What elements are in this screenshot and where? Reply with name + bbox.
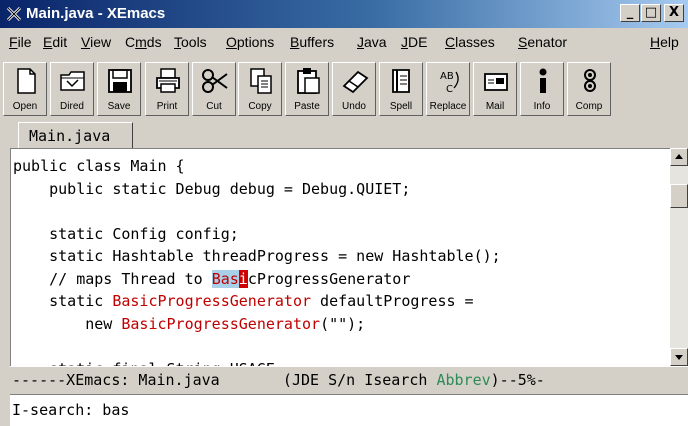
- dired-button[interactable]: Dired: [50, 62, 94, 116]
- search-match: BasicProgressGenerator: [112, 292, 312, 310]
- clipboard-icon: [297, 68, 320, 94]
- open-file-icon: [17, 68, 36, 94]
- menu-help[interactable]: Help: [650, 34, 679, 50]
- compile-icon: [584, 69, 596, 92]
- toolbar-label: Print: [156, 101, 178, 112]
- toolbar-label: Replace: [429, 101, 467, 112]
- toolbar-label: Dired: [60, 101, 84, 112]
- toolbar-label: Mail: [485, 101, 505, 112]
- isearch-match-highlight: Bas: [211, 269, 239, 288]
- toolbar-label: Cut: [206, 101, 222, 112]
- mode-line: ------XEmacs: Main.java (JDE S/n Isearch…: [10, 366, 688, 394]
- code-line: static Hashtable threadProgress = new Ha…: [13, 247, 501, 265]
- floppy-icon: [108, 69, 132, 93]
- xemacs-window: Main.java - XEmacs _ □ X File Edit View …: [0, 0, 688, 426]
- spell-button[interactable]: Spell: [379, 62, 423, 116]
- scissors-icon: [202, 69, 228, 93]
- code-line: static Config config;: [13, 224, 239, 243]
- scroll-up-button[interactable]: [670, 148, 688, 166]
- xemacs-app-icon[interactable]: [6, 6, 22, 22]
- menu-bar: File Edit View Cmds Tools Options Buffer…: [0, 28, 688, 56]
- paste-button[interactable]: Paste: [285, 62, 329, 116]
- code-line: // maps Thread to BasicProgressGenerator: [13, 269, 411, 288]
- info-button[interactable]: Info: [520, 62, 564, 116]
- menu-tools[interactable]: Tools: [174, 34, 207, 50]
- code-line: public class Main {: [13, 157, 185, 175]
- title-bar: Main.java - XEmacs _ □ X: [0, 0, 688, 28]
- code-line: public static Debug debug = Debug.QUIET;: [13, 179, 411, 198]
- toolbar-label: Undo: [342, 101, 366, 112]
- replace-button[interactable]: AB C Replace: [426, 62, 470, 116]
- spellbook-icon: [392, 69, 410, 93]
- toolbar-label: Save: [107, 101, 131, 112]
- menu-java[interactable]: Java: [357, 34, 387, 50]
- svg-text:C: C: [446, 84, 453, 95]
- code-line: new BasicProgressGenerator("");: [13, 314, 366, 333]
- buffer-tab-row: Main.java: [0, 120, 688, 148]
- arrow-down-icon: [675, 355, 683, 360]
- mail-button[interactable]: Mail: [473, 62, 517, 116]
- info-icon: [539, 68, 547, 93]
- close-button[interactable]: X: [664, 4, 684, 22]
- menu-edit[interactable]: Edit: [43, 34, 67, 50]
- menu-senator[interactable]: Senator: [518, 34, 567, 50]
- printer-icon: [156, 68, 180, 93]
- menu-view[interactable]: View: [81, 34, 111, 50]
- menu-classes[interactable]: Classes: [445, 34, 495, 50]
- vertical-scrollbar[interactable]: [670, 148, 688, 366]
- print-button[interactable]: Print: [145, 62, 189, 116]
- arrow-up-icon: [675, 154, 683, 159]
- toolbar: Open Dired Save Print Cut Copy Paste Und…: [0, 56, 688, 120]
- maximize-button[interactable]: □: [641, 4, 661, 22]
- save-button[interactable]: Save: [97, 62, 141, 116]
- toolbar-label: Spell: [389, 101, 413, 112]
- editor-text-area[interactable]: public class Main { public static Debug …: [10, 148, 671, 367]
- scroll-thumb[interactable]: [670, 184, 688, 208]
- menu-file[interactable]: File: [9, 34, 32, 50]
- toolbar-label: Open: [12, 101, 38, 112]
- mail-icon: [484, 73, 508, 91]
- open-button[interactable]: Open: [3, 62, 47, 116]
- code-line: static BasicProgressGenerator defaultPro…: [13, 292, 474, 310]
- toolbar-label: Copy: [248, 101, 272, 112]
- text-cursor: i: [238, 269, 248, 288]
- abbrev-indicator: Abbrev: [436, 371, 491, 389]
- menu-buffers[interactable]: Buffers: [290, 34, 334, 50]
- copy-button[interactable]: Copy: [238, 62, 282, 116]
- code-buffer: public class Main { public static Debug …: [13, 155, 501, 367]
- replace-icon: AB C: [440, 71, 459, 95]
- scroll-down-button[interactable]: [670, 348, 688, 366]
- toolbar-label: Info: [533, 101, 551, 112]
- menu-jde[interactable]: JDE: [401, 34, 427, 50]
- compile-button[interactable]: Comp: [567, 62, 611, 116]
- window-title: Main.java - XEmacs: [26, 5, 166, 22]
- cut-button[interactable]: Cut: [192, 62, 236, 116]
- minibuffer[interactable]: I-search: bas: [10, 394, 688, 426]
- tab-main-java[interactable]: Main.java: [18, 122, 133, 148]
- menu-options[interactable]: Options: [226, 34, 274, 50]
- toolbar-label: Paste: [294, 101, 320, 112]
- copy-icon: [250, 68, 272, 94]
- menu-cmds[interactable]: Cmds: [125, 34, 162, 50]
- folder-icon: [60, 71, 85, 91]
- undo-button[interactable]: Undo: [332, 62, 376, 116]
- svg-text:AB: AB: [440, 71, 454, 82]
- toolbar-label: Comp: [575, 101, 603, 112]
- eraser-icon: [342, 70, 369, 94]
- search-match: BasicProgressGenerator: [121, 314, 321, 333]
- minimize-button[interactable]: _: [620, 4, 640, 22]
